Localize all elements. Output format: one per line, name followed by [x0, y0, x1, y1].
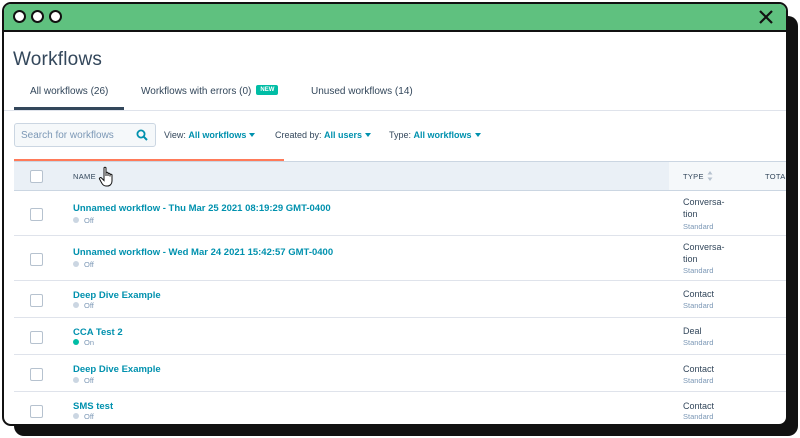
table-row[interactable]: Unnamed workflow - Thu Mar 25 2021 08:19… [14, 191, 786, 236]
column-header-type[interactable]: TYPE [683, 172, 704, 181]
table-row[interactable]: Deep Dive Example Off Contact Standard [14, 355, 786, 392]
workflow-type-line: Contact [683, 364, 715, 374]
table-row[interactable]: SMS test Off Contact Standard [14, 392, 786, 424]
status-label: Off [84, 216, 94, 225]
view-filter-value[interactable]: All workflows [188, 130, 246, 140]
workflow-status: Off [73, 301, 94, 310]
status-label: On [84, 338, 95, 347]
window-dot-icon [13, 10, 26, 23]
workflow-status: On [73, 338, 94, 347]
workflow-name-link[interactable]: Unnamed workflow - Wed Mar 24 2021 15:42… [73, 247, 333, 258]
search-box [14, 123, 156, 147]
tab-all-workflows[interactable]: All workflows (26) [30, 86, 108, 97]
created-by-filter[interactable]: Created by: All users [275, 130, 372, 140]
row-checkbox[interactable] [30, 294, 43, 307]
window-dots [13, 10, 62, 23]
workflow-status: Off [73, 216, 94, 225]
workflow-type: Contact [683, 288, 743, 300]
status-label: Off [84, 260, 94, 269]
close-icon[interactable] [756, 7, 776, 27]
select-all-checkbox[interactable] [30, 170, 43, 183]
row-checkbox[interactable] [30, 405, 43, 418]
tab-label: Workflows with errors (0) [141, 86, 252, 97]
workflow-name-link[interactable]: SMS test [73, 401, 113, 412]
status-dot-icon [73, 377, 79, 384]
created-by-filter-value[interactable]: All users [324, 130, 362, 140]
title-bar [4, 4, 786, 32]
status-label: Off [84, 301, 94, 310]
active-tab-indicator [14, 107, 124, 110]
tab-workflows-with-errors[interactable]: Workflows with errors (0) NEW [141, 85, 279, 97]
workflow-type-line: Contact [683, 289, 715, 299]
status-dot-icon [73, 261, 79, 268]
row-checkbox[interactable] [30, 208, 43, 221]
workflow-type-subtype: Standard [683, 222, 714, 231]
hand-cursor-icon [98, 166, 113, 187]
table-row[interactable]: Unnamed workflow - Wed Mar 24 2021 15:42… [14, 236, 786, 281]
status-dot-icon [73, 217, 79, 224]
page-title: Workflows [13, 49, 103, 70]
column-header-name[interactable]: NAME [73, 172, 96, 181]
workflow-type-subtype: Standard [683, 376, 714, 385]
sort-icon[interactable] [707, 170, 713, 182]
created-by-filter-label: Created by: [275, 130, 322, 140]
workflow-type: Conversa-tion [683, 196, 743, 220]
workflow-status: Off [73, 412, 94, 421]
row-checkbox[interactable] [30, 368, 43, 381]
status-dot-icon [73, 413, 79, 420]
view-filter-label: View: [164, 130, 186, 140]
type-filter-label: Type: [389, 130, 412, 140]
search-input[interactable] [15, 124, 131, 146]
table-row[interactable]: Deep Dive Example Off Contact Standard [14, 281, 786, 318]
column-header-total[interactable]: TOTAL [765, 172, 786, 181]
status-label: Off [84, 376, 94, 385]
app-window: Workflows All workflows (26) Workflows w… [2, 2, 788, 426]
workflow-type: Conversa-tion [683, 241, 743, 265]
search-icon[interactable] [136, 129, 148, 141]
type-filter-value[interactable]: All workflows [414, 130, 472, 140]
workflow-type: Contact [683, 400, 743, 412]
caret-down-icon [474, 132, 481, 137]
table-header: NAME TYPE TOTAL [14, 161, 786, 191]
workflow-status: Off [73, 376, 94, 385]
workflow-name-link[interactable]: Unnamed workflow - Thu Mar 25 2021 08:19… [73, 203, 331, 214]
view-filter[interactable]: View: All workflows [164, 130, 256, 140]
workflow-type-line: Conversa- [683, 197, 725, 207]
tab-bar: All workflows (26) Workflows with errors… [4, 82, 786, 111]
workflow-type-line: tion [683, 209, 698, 219]
workflow-name-link[interactable]: CCA Test 2 [73, 327, 123, 338]
workflow-type-subtype: Standard [683, 412, 714, 421]
workflow-status: Off [73, 260, 94, 269]
workflow-type-line: Conversa- [683, 242, 725, 252]
tab-label: Unused workflows (14) [311, 86, 413, 97]
workflow-type-line: Deal [683, 326, 702, 336]
workflow-type: Contact [683, 363, 743, 375]
type-filter[interactable]: Type: All workflows [389, 130, 481, 140]
caret-down-icon [365, 132, 372, 137]
status-dot-icon [73, 302, 79, 309]
status-dot-icon [73, 339, 79, 346]
workflow-name-link[interactable]: Deep Dive Example [73, 290, 161, 301]
workflow-type-subtype: Standard [683, 266, 714, 275]
status-label: Off [84, 412, 94, 421]
window-dot-icon [31, 10, 44, 23]
workflow-type-line: tion [683, 254, 698, 264]
new-badge: NEW [256, 85, 279, 96]
table-row[interactable]: CCA Test 2 On Deal Standard [14, 318, 786, 355]
row-checkbox[interactable] [30, 253, 43, 266]
caret-down-icon [249, 132, 256, 137]
tab-label: All workflows (26) [30, 86, 109, 97]
workflow-name-link[interactable]: Deep Dive Example [73, 364, 161, 375]
workflow-type-subtype: Standard [683, 301, 714, 310]
workflow-type-line: Contact [683, 401, 715, 411]
window-dot-icon [49, 10, 62, 23]
workflow-type: Deal [683, 325, 743, 337]
row-checkbox[interactable] [30, 331, 43, 344]
workflow-type-subtype: Standard [683, 338, 714, 347]
tab-unused-workflows[interactable]: Unused workflows (14) [311, 86, 413, 97]
